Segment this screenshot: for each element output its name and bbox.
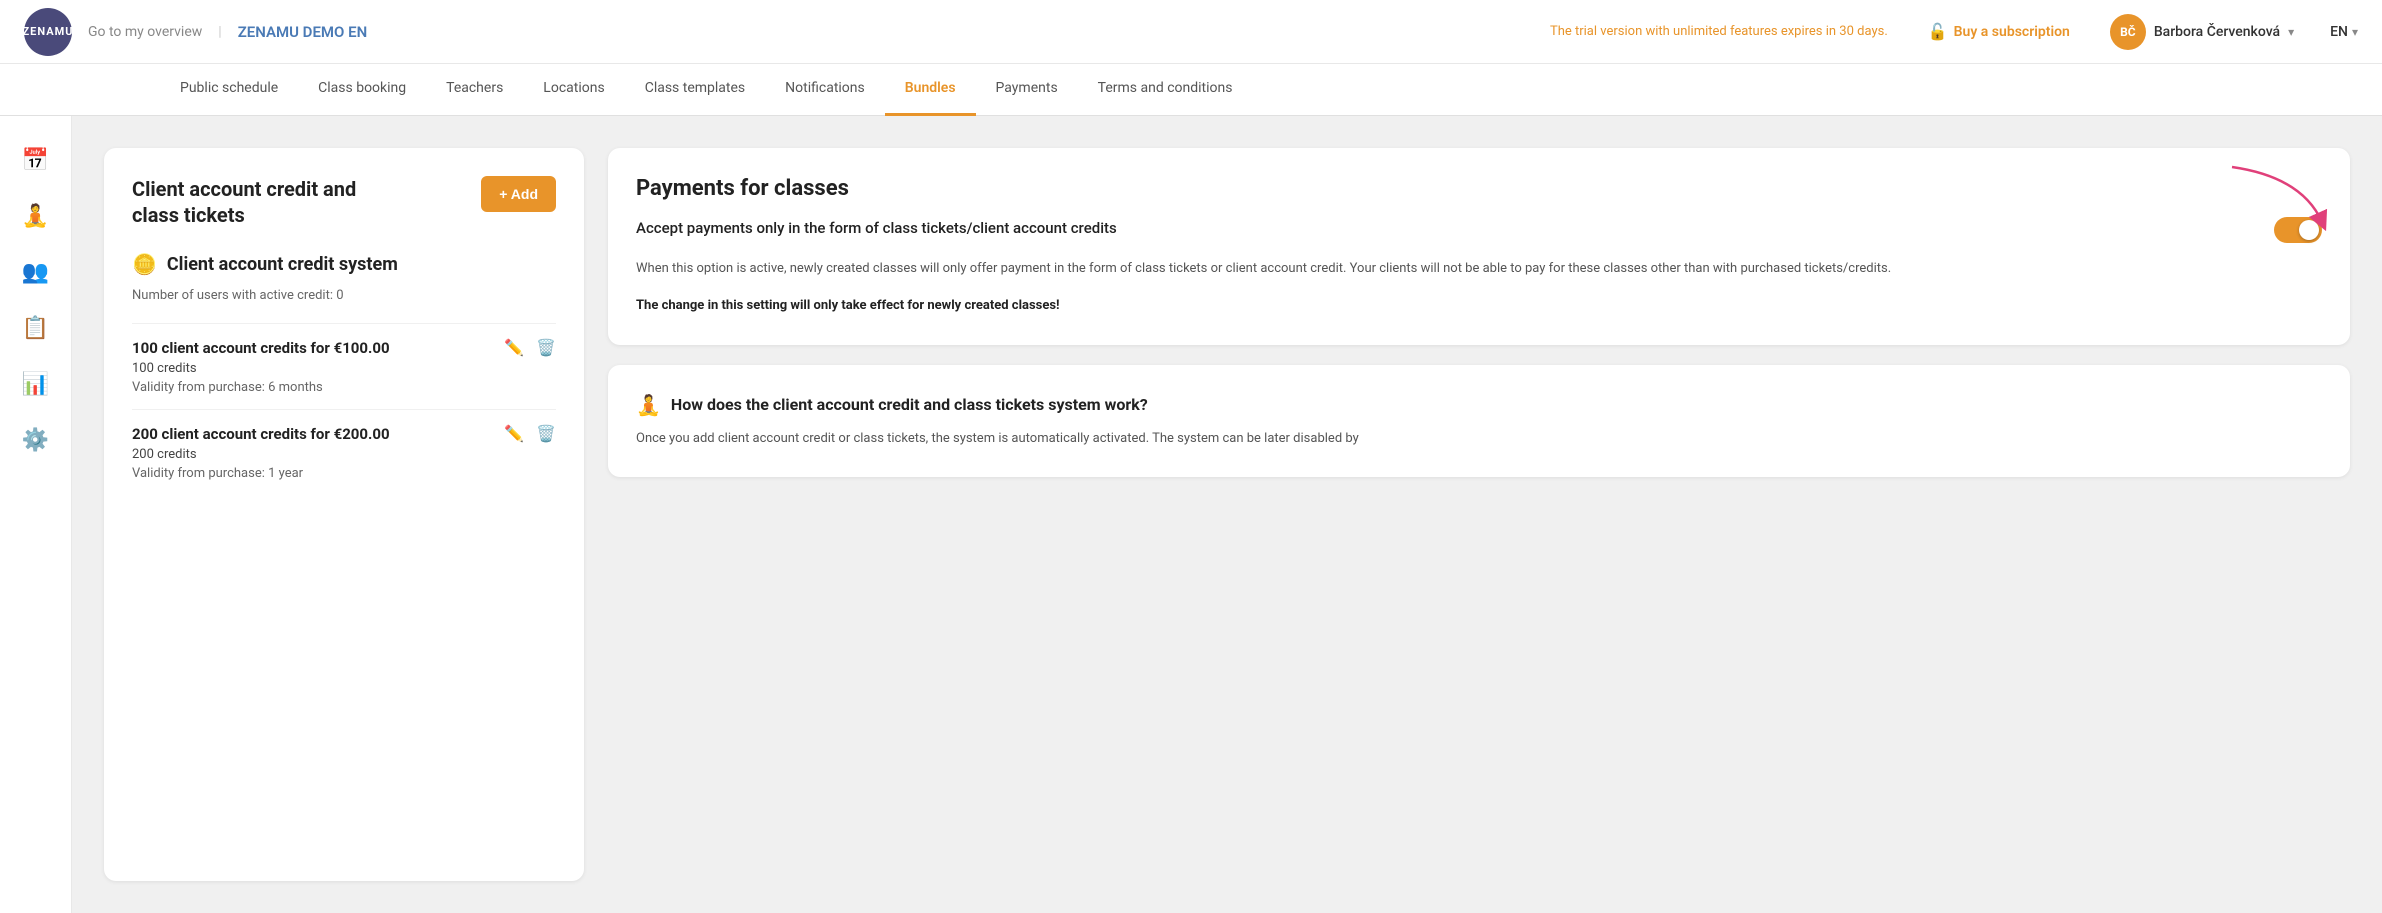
credit-item-header: 100 client account credits for €100.00 ✏… [132, 338, 556, 357]
edit-icon[interactable]: ✏️ [504, 424, 524, 443]
nav-locations[interactable]: Locations [523, 64, 624, 116]
user-menu[interactable]: BČ Barbora Červenková ▾ [2110, 14, 2294, 50]
go-to-overview-link[interactable]: Go to my overview [88, 24, 202, 40]
credit-item: 100 client account credits for €100.00 ✏… [132, 323, 556, 409]
nav-class-templates[interactable]: Class templates [625, 64, 765, 116]
lang-chevron-icon: ▾ [2352, 25, 2358, 39]
chevron-down-icon: ▾ [2288, 25, 2294, 39]
how-works-title: How does the client account credit and c… [671, 395, 1148, 414]
credit-item-name: 200 client account credits for €200.00 [132, 425, 390, 443]
coin-icon: 🪙 [132, 252, 157, 276]
language-selector[interactable]: EN ▾ [2330, 24, 2358, 40]
sidebar-group-icon[interactable]: 👥 [12, 248, 60, 296]
buy-subscription-button[interactable]: 🔓 Buy a subscription [1928, 22, 2070, 41]
how-works-header: 🧘 How does the client account credit and… [636, 393, 2322, 417]
payments-card-title: Payments for classes [636, 176, 2322, 201]
toggle-track[interactable] [2274, 217, 2322, 243]
payment-setting: Accept payments only in the form of clas… [636, 217, 2322, 243]
sidebar-chart-icon[interactable]: 📊 [12, 360, 60, 408]
active-users-label: Number of users with active credit: 0 [132, 288, 556, 303]
content-area: Client account credit andclass tickets +… [72, 116, 2382, 913]
how-works-card: 🧘 How does the client account credit and… [608, 365, 2350, 478]
sidebar-person-icon[interactable]: 🧘 [12, 192, 60, 240]
credit-item-credits: 200 credits [132, 447, 556, 462]
credit-item-name: 100 client account credits for €100.00 [132, 339, 390, 357]
credit-item-validity: Validity from purchase: 6 months [132, 380, 556, 395]
nav-terms[interactable]: Terms and conditions [1078, 64, 1253, 116]
credit-item-header: 200 client account credits for €200.00 ✏… [132, 424, 556, 443]
main-layout: 📅 🧘 👥 📋 📊 ⚙️ Client account credit andcl… [0, 116, 2382, 913]
user-name: Barbora Červenková [2154, 24, 2280, 40]
sidebar-calendar-icon[interactable]: 📅 [12, 136, 60, 184]
payments-card: Payments for classes Accept payments onl… [608, 148, 2350, 345]
panel-header: Client account credit andclass tickets +… [132, 176, 556, 228]
section-heading: 🪙 Client account credit system [132, 252, 556, 276]
payment-description: When this option is active, newly create… [636, 259, 2322, 280]
sidebar-settings-icon[interactable]: ⚙️ [12, 416, 60, 464]
logo-area: ZENAMU Go to my overview | ZENAMU DEMO E… [24, 8, 367, 56]
panel-title: Client account credit andclass tickets [132, 176, 356, 228]
credit-item-validity: Validity from purchase: 1 year [132, 466, 556, 481]
trial-notice: The trial version with unlimited feature… [1550, 24, 1888, 39]
toggle-thumb [2299, 220, 2319, 240]
how-works-icon: 🧘 [636, 393, 661, 417]
top-bar: ZENAMU Go to my overview | ZENAMU DEMO E… [0, 0, 2382, 64]
sidebar: 📅 🧘 👥 📋 📊 ⚙️ [0, 116, 72, 913]
right-panel: Payments for classes Accept payments onl… [608, 148, 2350, 881]
user-avatar: BČ [2110, 14, 2146, 50]
add-button[interactable]: + Add [481, 176, 556, 212]
nav-public-schedule[interactable]: Public schedule [160, 64, 298, 116]
delete-icon[interactable]: 🗑️ [536, 338, 556, 357]
lock-icon: 🔓 [1928, 22, 1948, 41]
section-heading-text: Client account credit system [167, 254, 398, 275]
demo-title: ZENAMU DEMO EN [238, 23, 368, 41]
payment-note: The change in this setting will only tak… [636, 296, 2322, 317]
payment-toggle[interactable] [2274, 217, 2322, 243]
credit-item-credits: 100 credits [132, 361, 556, 376]
left-panel: Client account credit andclass tickets +… [104, 148, 584, 881]
how-works-body: Once you add client account credit or cl… [636, 429, 2322, 450]
credit-item: 200 client account credits for €200.00 ✏… [132, 409, 556, 495]
payment-setting-text: Accept payments only in the form of clas… [636, 217, 1117, 240]
nav-teachers[interactable]: Teachers [426, 64, 523, 116]
credit-item-actions: ✏️ 🗑️ [504, 338, 556, 357]
credit-item-actions: ✏️ 🗑️ [504, 424, 556, 443]
nav-payments[interactable]: Payments [976, 64, 1078, 116]
delete-icon[interactable]: 🗑️ [536, 424, 556, 443]
nav-notifications[interactable]: Notifications [765, 64, 885, 116]
edit-icon[interactable]: ✏️ [504, 338, 524, 357]
nav-class-booking[interactable]: Class booking [298, 64, 426, 116]
nav-bar: Public schedule Class booking Teachers L… [0, 64, 2382, 116]
logo: ZENAMU [24, 8, 72, 56]
sidebar-document-icon[interactable]: 📋 [12, 304, 60, 352]
nav-bundles[interactable]: Bundles [885, 64, 976, 116]
